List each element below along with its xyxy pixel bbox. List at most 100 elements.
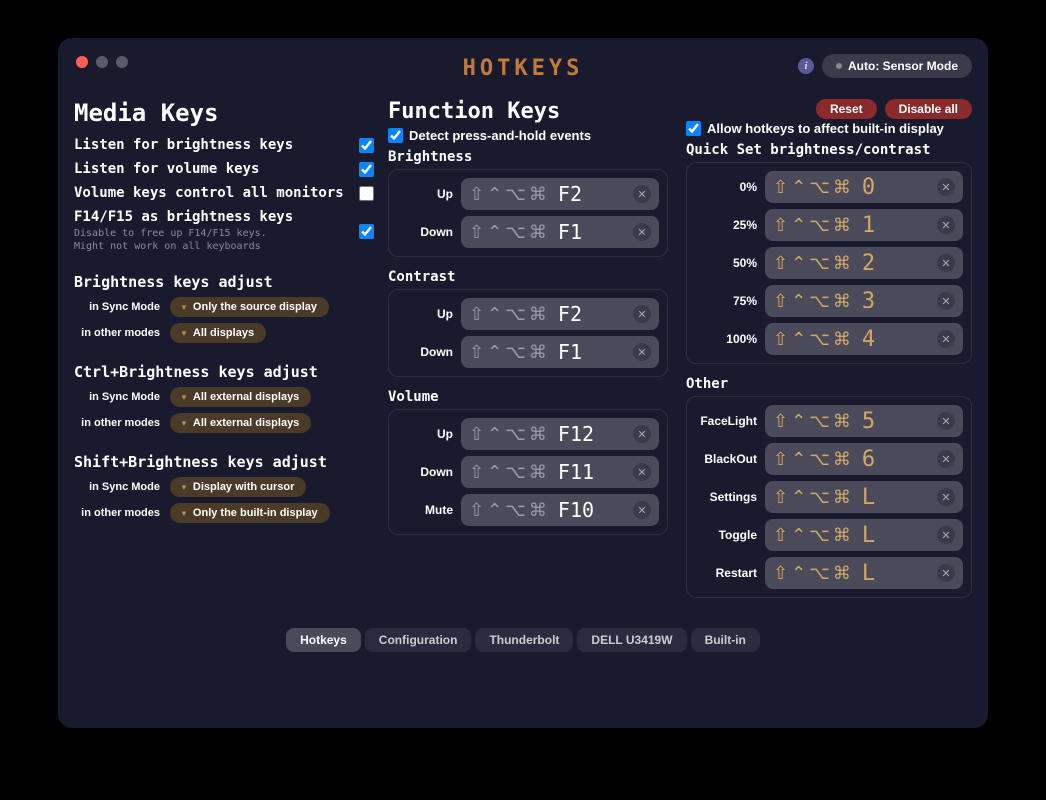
adjust-section-heading: Ctrl+Brightness keys adjust (74, 363, 374, 381)
media-toggle-checkbox[interactable] (359, 224, 374, 239)
clear-hotkey-icon[interactable]: ✕ (937, 254, 955, 272)
reset-button[interactable]: Reset (816, 99, 877, 119)
clear-hotkey-icon[interactable]: ✕ (937, 216, 955, 234)
hotkey-field[interactable]: ⇧⌃⌥⌘L✕ (765, 481, 963, 513)
adjust-row: in other modes ▼Only the built-in display (74, 503, 374, 523)
hotkey-row: 75% ⇧⌃⌥⌘3✕ (695, 285, 963, 317)
hotkey-row: 50%⇧⌃⌥⌘2✕ (695, 247, 963, 279)
hotkey-row: Up⇧⌃⌥⌘F2✕ (397, 298, 659, 330)
media-toggle-checkbox[interactable] (359, 162, 374, 177)
disable-all-button[interactable]: Disable all (885, 99, 972, 119)
allow-builtin-checkbox[interactable]: Allow hotkeys to affect built-in display (686, 121, 972, 136)
hotkey-field[interactable]: ⇧⌃⌥⌘5✕ (765, 405, 963, 437)
clear-hotkey-icon[interactable]: ✕ (937, 526, 955, 544)
clear-hotkey-icon[interactable]: ✕ (937, 292, 955, 310)
adjust-dropdown[interactable]: ▼Only the source display (170, 297, 329, 317)
detect-press-hold-checkbox[interactable]: Detect press-and-hold events (388, 128, 668, 143)
hotkey-field[interactable]: ⇧⌃⌥⌘2✕ (765, 247, 963, 279)
hotkey-key: F12 (558, 422, 594, 446)
hotkey-field[interactable]: ⇧⌃⌥⌘F10✕ (461, 494, 659, 526)
other-heading: Other (686, 376, 972, 392)
adjust-dropdown[interactable]: ▼All external displays (170, 387, 311, 407)
adjust-dropdown[interactable]: ▼All external displays (170, 413, 311, 433)
adjust-row-label: in other modes (74, 507, 160, 519)
hotkey-field[interactable]: ⇧⌃⌥⌘L✕ (765, 519, 963, 551)
quickset-group: 0%⇧⌃⌥⌘0✕25%⇧⌃⌥⌘1✕50%⇧⌃⌥⌘2✕75%⇧⌃⌥⌘3✕100%⇧… (686, 162, 972, 364)
adjust-row: in other modes ▼All external displays (74, 413, 374, 433)
media-toggle-checkbox[interactable] (359, 186, 374, 201)
tab-thunderbolt[interactable]: Thunderbolt (475, 628, 573, 652)
hotkey-field[interactable]: ⇧⌃⌥⌘ F12 ✕ (461, 418, 659, 450)
adjust-row-label: in other modes (74, 417, 160, 429)
adjust-row: in Sync Mode▼All external displays (74, 387, 374, 407)
hotkey-row: Up⇧⌃⌥⌘F12✕ (397, 418, 659, 450)
modifier-keys: ⇧⌃⌥⌘ (773, 177, 854, 198)
brightness-group: Up⇧⌃⌥⌘F2✕Down⇧⌃⌥⌘F1✕ (388, 169, 668, 257)
adjust-dropdown[interactable]: ▼Only the built-in display (170, 503, 330, 523)
hotkey-key: F10 (558, 498, 594, 522)
hotkey-label: 50% (733, 256, 757, 270)
tab-configuration[interactable]: Configuration (365, 628, 472, 652)
hotkey-key: F2 (558, 182, 582, 206)
contrast-heading: Contrast (388, 269, 668, 285)
hotkey-row: Restart⇧⌃⌥⌘L✕ (695, 557, 963, 589)
mode-selector[interactable]: Auto: Sensor Mode (822, 54, 972, 78)
hotkey-field[interactable]: ⇧⌃⌥⌘3✕ (765, 285, 963, 317)
hotkey-field[interactable]: ⇧⌃⌥⌘L✕ (765, 557, 963, 589)
clear-hotkey-icon[interactable]: ✕ (937, 412, 955, 430)
adjust-dropdown-value: All external displays (193, 391, 299, 403)
hotkey-field[interactable]: ⇧⌃⌥⌘F2✕ (461, 298, 659, 330)
chevron-down-icon: ▼ (180, 303, 188, 312)
hotkey-row: Down⇧⌃⌥⌘F1✕ (397, 216, 659, 248)
adjust-dropdown[interactable]: ▼Display with cursor (170, 477, 306, 497)
hotkey-label: Mute (425, 503, 453, 517)
hotkey-label: Settings (710, 490, 757, 504)
clear-hotkey-icon[interactable]: ✕ (633, 425, 651, 443)
tab-hotkeys[interactable]: Hotkeys (286, 628, 361, 652)
clear-hotkey-icon[interactable]: ✕ (633, 343, 651, 361)
hotkey-field[interactable]: ⇧⌃⌥⌘0✕ (765, 171, 963, 203)
hotkey-key: 2 (862, 251, 875, 276)
clear-hotkey-icon[interactable]: ✕ (937, 330, 955, 348)
zoom-window-button[interactable] (116, 56, 128, 68)
clear-hotkey-icon[interactable]: ✕ (937, 488, 955, 506)
clear-hotkey-icon[interactable]: ✕ (937, 564, 955, 582)
hotkey-field[interactable]: ⇧⌃⌥⌘F1✕ (461, 216, 659, 248)
hotkey-field[interactable]: ⇧⌃⌥⌘F1✕ (461, 336, 659, 368)
hotkey-field[interactable]: ⇧⌃⌥⌘1✕ (765, 209, 963, 241)
media-toggle-checkbox[interactable] (359, 138, 374, 153)
minimize-window-button[interactable] (96, 56, 108, 68)
clear-hotkey-icon[interactable]: ✕ (937, 450, 955, 468)
clear-hotkey-icon[interactable]: ✕ (633, 223, 651, 241)
clear-hotkey-icon[interactable]: ✕ (633, 305, 651, 323)
hotkey-label: 75% (733, 294, 757, 308)
modifier-keys: ⇧⌃⌥⌘ (773, 215, 854, 236)
adjust-row-label: in Sync Mode (74, 301, 160, 313)
hotkey-key: 6 (862, 447, 875, 472)
info-icon[interactable]: i (798, 58, 814, 74)
adjust-dropdown-value: Only the built-in display (193, 507, 318, 519)
function-keys-heading: Function Keys (388, 99, 668, 124)
hotkey-field[interactable]: ⇧⌃⌥⌘4✕ (765, 323, 963, 355)
hotkey-field[interactable]: ⇧⌃⌥⌘6✕ (765, 443, 963, 475)
clear-hotkey-icon[interactable]: ✕ (937, 178, 955, 196)
tab-dell-u3419w[interactable]: DELL U3419W (577, 628, 686, 652)
close-window-button[interactable] (76, 56, 88, 68)
clear-hotkey-icon[interactable]: ✕ (633, 185, 651, 203)
adjust-row: in Sync Mode▼Display with cursor (74, 477, 374, 497)
tab-built-in[interactable]: Built-in (691, 628, 760, 652)
adjust-dropdown[interactable]: ▼All displays (170, 323, 266, 343)
hotkey-key: L (862, 561, 875, 586)
clear-hotkey-icon[interactable]: ✕ (633, 501, 651, 519)
adjust-dropdown-value: Display with cursor (193, 481, 294, 493)
hotkey-field[interactable]: ⇧⌃⌥⌘F11✕ (461, 456, 659, 488)
hotkey-label: Toggle (719, 528, 757, 542)
chevron-down-icon: ▼ (180, 329, 188, 338)
clear-hotkey-icon[interactable]: ✕ (633, 463, 651, 481)
hotkey-row: 0%⇧⌃⌥⌘0✕ (695, 171, 963, 203)
modifier-keys: ⇧⌃⌥⌘ (469, 424, 550, 445)
modifier-keys: ⇧⌃⌥⌘ (773, 411, 854, 432)
quickset-heading: Quick Set brightness/contrast (686, 142, 972, 158)
hotkey-row: Down⇧⌃⌥⌘F1✕ (397, 336, 659, 368)
hotkey-field[interactable]: ⇧⌃⌥⌘F2✕ (461, 178, 659, 210)
